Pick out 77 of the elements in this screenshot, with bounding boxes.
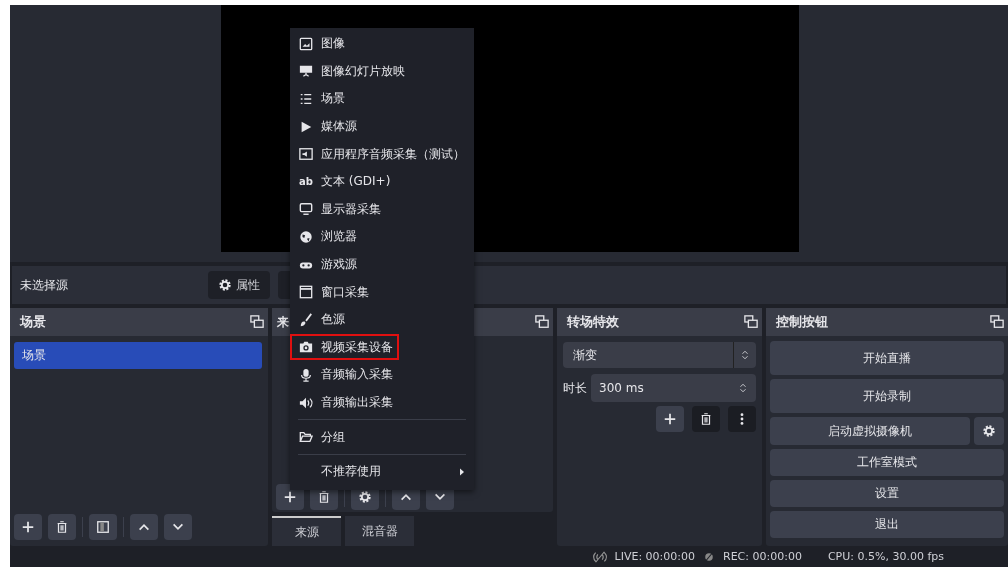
panel-title: 场景: [20, 313, 46, 331]
slideshow-icon: [299, 64, 313, 79]
control-button[interactable]: 退出: [770, 511, 1004, 538]
more-button[interactable]: [728, 406, 756, 432]
globe-icon: [299, 229, 313, 244]
trash-icon: [55, 520, 69, 534]
remove-button[interactable]: [692, 406, 720, 432]
camera-icon: [299, 340, 313, 355]
add-button[interactable]: [14, 514, 42, 540]
float-icon: [744, 315, 758, 329]
folder-icon: [299, 430, 313, 445]
control-button[interactable]: 设置: [770, 480, 1004, 507]
menu-item[interactable]: 媒体源: [290, 112, 474, 141]
spin-arrows-icon: [740, 349, 750, 361]
transition-dropdown[interactable]: 渐变: [563, 342, 756, 368]
trash-icon: [699, 412, 713, 426]
move-down-button[interactable]: [164, 514, 192, 540]
panel-title: 控制按钮: [776, 313, 828, 331]
remove-button[interactable]: [48, 514, 76, 540]
menu-item[interactable]: 图像: [290, 30, 474, 58]
menu-item[interactable]: 浏览器: [290, 223, 474, 251]
control-button[interactable]: 开始直播: [770, 341, 1004, 375]
spin-arrows-icon: [738, 381, 748, 395]
menu-item[interactable]: 窗口采集: [290, 278, 474, 306]
play-icon: [299, 119, 313, 134]
gear-icon: [218, 278, 232, 292]
filters-button[interactable]: [89, 514, 117, 540]
float-icon: [250, 315, 264, 329]
menu-item[interactable]: ab 文本 (GDI+): [290, 167, 474, 196]
panel-title: 转场特效: [567, 313, 619, 331]
add-button[interactable]: [656, 406, 684, 432]
float-icon: [535, 315, 549, 329]
no-source-label: 未选择源: [20, 276, 69, 294]
signal-off-icon: [592, 549, 607, 564]
menu-item[interactable]: 不推荐使用: [290, 457, 474, 486]
dock-tab[interactable]: 混音器: [345, 516, 414, 546]
rec-time: REC: 00:00:00: [723, 550, 802, 563]
menu-item[interactable]: 色源: [290, 305, 474, 334]
gear-icon: [358, 490, 372, 504]
cpu-fps: CPU: 0.5%, 30.00 fps: [827, 550, 944, 563]
live-time: LIVE: 00:00:00: [614, 550, 695, 563]
menu-item[interactable]: 场景: [290, 85, 474, 113]
speaker-window-icon: [299, 147, 313, 162]
text-icon: ab: [299, 176, 313, 188]
control-button[interactable]: 工作室模式: [770, 449, 1004, 476]
scene-item[interactable]: 场景: [14, 342, 262, 369]
plus-icon: [663, 412, 677, 426]
filter-icon: [96, 520, 110, 534]
brush-icon: [299, 312, 313, 327]
menu-item[interactable]: 音频输入采集: [290, 361, 474, 389]
record-off-icon: [703, 550, 715, 563]
move-up-button[interactable]: [130, 514, 158, 540]
gear-icon: [982, 424, 996, 438]
control-button[interactable]: 启动虚拟摄像机: [770, 417, 970, 445]
menu-item[interactable]: 图像幻灯片放映: [290, 57, 474, 86]
menu-item[interactable]: 应用程序音频采集（测试）: [290, 140, 474, 168]
plus-icon: [283, 490, 297, 504]
microphone-icon: [299, 367, 313, 382]
dock-tab[interactable]: 来源: [272, 516, 341, 546]
settings-button[interactable]: [974, 417, 1004, 445]
trash-icon: [317, 490, 331, 504]
image-icon: [299, 36, 313, 51]
speaker-icon: [299, 395, 313, 410]
panel-title: 来: [277, 313, 289, 331]
menu-item[interactable]: 显示器采集: [290, 195, 474, 224]
duration-label: 时长: [563, 379, 587, 397]
menu-item[interactable]: 分组: [290, 423, 474, 451]
duration-field[interactable]: 300 ms: [591, 374, 756, 402]
menu-item[interactable]: 游戏源: [290, 250, 474, 279]
menu-item[interactable]: 音频输出采集: [290, 388, 474, 417]
monitor-icon: [299, 202, 313, 217]
list-icon: [299, 92, 313, 106]
float-icon: [990, 315, 1004, 329]
control-button[interactable]: 开始录制: [770, 379, 1004, 413]
properties-button[interactable]: 属性: [208, 271, 270, 299]
plus-icon: [21, 520, 35, 534]
window-icon: [299, 285, 313, 300]
